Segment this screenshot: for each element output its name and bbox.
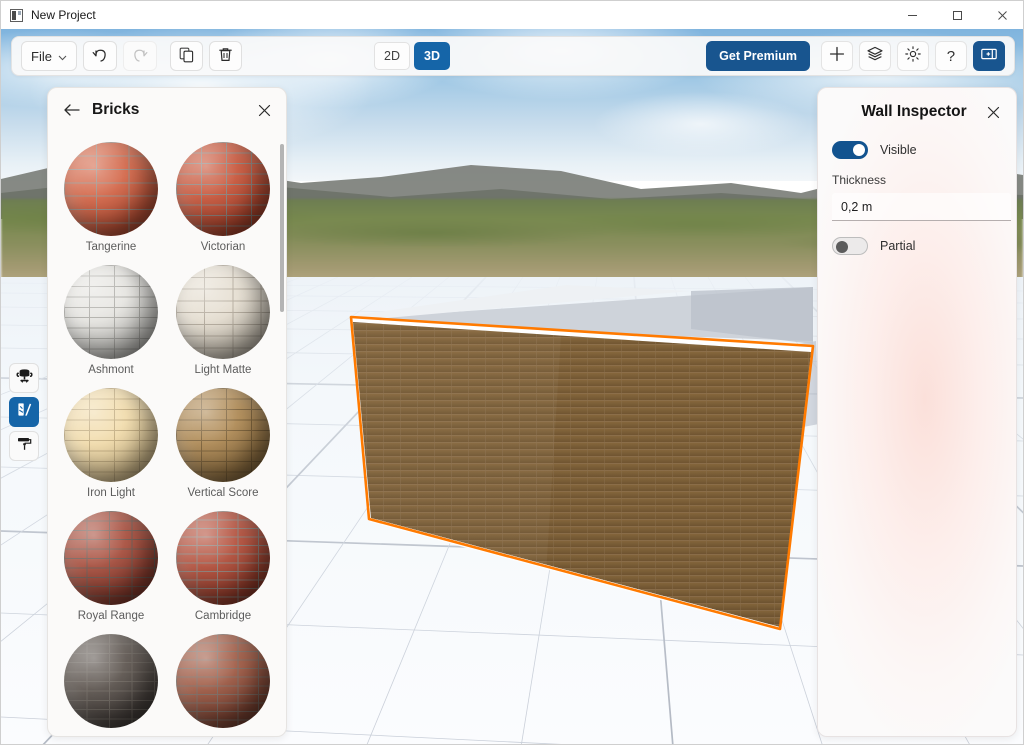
- thickness-input[interactable]: [832, 193, 1011, 221]
- application-window: New Project File 2D 3D Get Premium ? Bri…: [0, 0, 1024, 745]
- materials-panel: Bricks Tangerine Victorian Ashmont Light Ma…: [47, 87, 287, 737]
- partial-toggle[interactable]: [832, 237, 868, 255]
- material-label: Cambridge: [194, 610, 252, 622]
- partial-row: Partial: [832, 237, 1002, 255]
- app-icon: [10, 8, 23, 22]
- material-swatch[interactable]: Victorian: [170, 134, 276, 253]
- gear-icon: [904, 45, 922, 68]
- redo-button[interactable]: [122, 41, 157, 71]
- thickness-group: Thickness: [832, 173, 1011, 221]
- chevron-down-icon: [58, 49, 67, 64]
- file-menu-label: File: [31, 48, 52, 64]
- material-swatch[interactable]: Vertical Score: [170, 380, 276, 499]
- help-icon: ?: [946, 47, 956, 65]
- visible-row: Visible: [832, 141, 1002, 159]
- paint-roller-icon: [16, 435, 33, 457]
- undo-icon: [91, 46, 109, 67]
- trash-icon: [217, 46, 234, 66]
- main-toolbar: File 2D 3D Get Premium ?: [11, 36, 1015, 76]
- layers-icon: [866, 45, 884, 68]
- material-swatch[interactable]: [58, 626, 164, 733]
- material-swatch[interactable]: Royal Range: [58, 503, 164, 622]
- material-swatch[interactable]: Ashmont: [58, 257, 164, 376]
- back-button[interactable]: [60, 99, 82, 121]
- material-swatch[interactable]: [170, 626, 276, 733]
- materials-panel-title: Bricks: [92, 101, 140, 118]
- tool-rail: [9, 363, 39, 461]
- window-title: New Project: [31, 8, 96, 22]
- material-label: Light Matte: [194, 364, 252, 376]
- furniture-tool-button[interactable]: [9, 363, 39, 393]
- view-mode-2d[interactable]: 2D: [374, 42, 411, 70]
- redo-icon: [131, 46, 149, 67]
- visible-label: Visible: [880, 143, 917, 157]
- toggle-right-panel-button[interactable]: [972, 41, 1005, 71]
- material-preview-sphere: [176, 142, 270, 236]
- material-swatch[interactable]: Tangerine: [58, 134, 164, 253]
- close-button[interactable]: [980, 1, 1023, 29]
- add-button[interactable]: [820, 41, 853, 71]
- material-swatch[interactable]: Light Matte: [170, 257, 276, 376]
- window-controls: [890, 1, 1023, 29]
- material-swatch-icon: [16, 401, 33, 423]
- material-label: Victorian: [200, 241, 246, 253]
- material-swatch[interactable]: Iron Light: [58, 380, 164, 499]
- material-label: Royal Range: [77, 610, 145, 622]
- materials-tool-button[interactable]: [9, 397, 39, 427]
- wall-inspector-title: Wall Inspector: [861, 103, 967, 120]
- title-bar: New Project: [1, 1, 1023, 29]
- material-swatch[interactable]: Cambridge: [170, 503, 276, 622]
- right-panel-icon: [980, 45, 998, 68]
- material-preview-sphere: [64, 265, 158, 359]
- material-preview-sphere: [64, 634, 158, 728]
- vertical-scrollbar[interactable]: [280, 144, 284, 312]
- material-label: Tangerine: [85, 241, 137, 253]
- undo-button[interactable]: [82, 41, 117, 71]
- wall-inspector-header: Wall Inspector: [818, 93, 1016, 131]
- copy-button[interactable]: [169, 41, 203, 71]
- material-preview-sphere: [176, 634, 270, 728]
- layers-button[interactable]: [858, 41, 891, 71]
- material-preview-sphere: [176, 265, 270, 359]
- get-premium-button[interactable]: Get Premium: [706, 41, 810, 71]
- materials-panel-header: Bricks: [48, 92, 286, 128]
- minimize-button[interactable]: [890, 1, 935, 29]
- materials-grid: Tangerine Victorian Ashmont Light Matte Iron…: [58, 134, 276, 733]
- wall-inspector-panel: Wall Inspector Visible Thickness 0,2 m P…: [817, 87, 1017, 737]
- partial-label: Partial: [880, 239, 916, 253]
- view-mode-switch: 2D 3D: [372, 42, 452, 70]
- close-wall-inspector-button[interactable]: [984, 102, 1004, 122]
- close-materials-panel-button[interactable]: [254, 100, 274, 120]
- thickness-label: Thickness: [832, 173, 887, 187]
- toolbar-right-group: Get Premium ?: [706, 41, 1008, 71]
- materials-scroll-area[interactable]: Tangerine Victorian Ashmont Light Matte Iron…: [48, 128, 286, 736]
- settings-button[interactable]: [896, 41, 929, 71]
- material-preview-sphere: [64, 511, 158, 605]
- toggle-knob: [836, 241, 848, 253]
- file-menu-button[interactable]: File: [21, 41, 77, 71]
- material-label: Ashmont: [88, 364, 134, 376]
- delete-button[interactable]: [208, 41, 242, 71]
- visible-toggle[interactable]: [832, 141, 868, 159]
- armchair-icon: [15, 367, 33, 389]
- material-label: Vertical Score: [187, 487, 259, 499]
- material-label: Iron Light: [87, 487, 135, 499]
- material-preview-sphere: [64, 388, 158, 482]
- toggle-knob: [853, 144, 865, 156]
- view-mode-3d[interactable]: 3D: [414, 42, 450, 70]
- material-preview-sphere: [176, 511, 270, 605]
- help-button[interactable]: ?: [934, 41, 967, 71]
- copy-icon: [178, 46, 195, 66]
- material-preview-sphere: [176, 388, 270, 482]
- plus-icon: [828, 45, 846, 68]
- material-preview-sphere: [64, 142, 158, 236]
- maximize-button[interactable]: [935, 1, 980, 29]
- thickness-field-row: [832, 193, 1011, 221]
- paint-tool-button[interactable]: [9, 431, 39, 461]
- wall-inspector-body: Visible Thickness 0,2 m Partial: [818, 131, 1016, 255]
